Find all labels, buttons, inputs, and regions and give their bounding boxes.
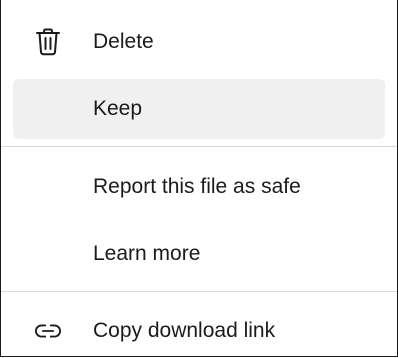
download-context-menu: Delete Keep Report this file as safe Lea…	[0, 0, 398, 357]
menu-item-copy-link[interactable]: Copy download link	[13, 301, 385, 358]
menu-item-label: Keep	[93, 97, 143, 120]
menu-item-label: Learn more	[93, 242, 201, 265]
menu-divider	[1, 291, 397, 292]
link-icon	[35, 318, 61, 344]
menu-item-report-safe[interactable]: Report this file as safe	[13, 157, 385, 217]
menu-item-delete[interactable]: Delete	[13, 12, 385, 72]
trash-icon	[35, 28, 61, 56]
menu-item-label: Copy download link	[93, 319, 276, 342]
menu-item-label: Delete	[93, 30, 154, 53]
menu-item-keep[interactable]: Keep	[13, 79, 385, 139]
menu-item-learn-more[interactable]: Learn more	[13, 224, 385, 284]
menu-item-label: Report this file as safe	[93, 175, 301, 198]
menu-divider	[1, 146, 397, 147]
